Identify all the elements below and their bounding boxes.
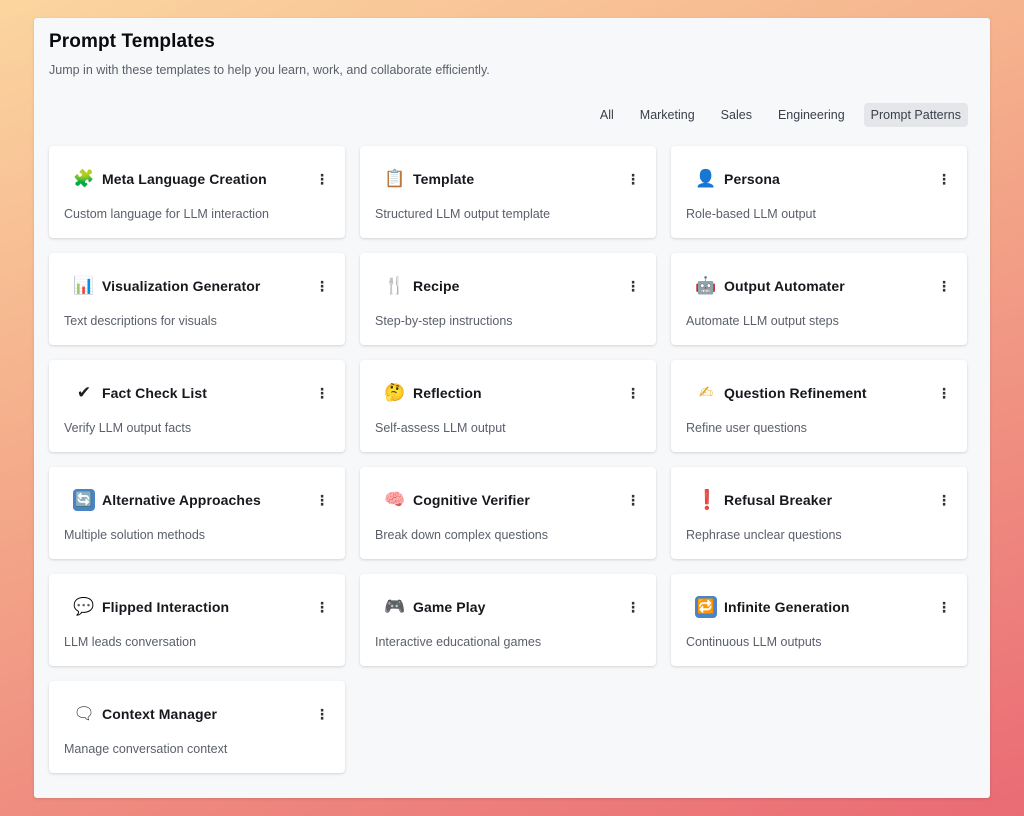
more-options-icon[interactable]: ⋮	[626, 492, 640, 508]
card-title: Template	[413, 171, 475, 187]
more-options-icon[interactable]: ⋮	[315, 171, 329, 187]
template-card-meta-language-creation[interactable]: 🧩 Meta Language Creation ⋮ Custom langua…	[49, 146, 345, 238]
template-card-visualization-generator[interactable]: 📊 Visualization Generator ⋮ Text descrip…	[49, 253, 345, 345]
brain-icon: 🧠	[384, 490, 406, 510]
card-description: Self-assess LLM output	[375, 421, 506, 435]
more-options-icon[interactable]: ⋮	[315, 385, 329, 401]
repeat-icon: 🔁	[695, 596, 717, 618]
card-description: Manage conversation context	[64, 742, 228, 756]
fork-knife-icon: 🍴	[384, 276, 406, 296]
card-title: Output Automater	[724, 278, 845, 294]
writing-hand-icon: ✍	[698, 383, 714, 403]
page-subtitle: Jump in with these templates to help you…	[49, 63, 490, 77]
more-options-icon[interactable]: ⋮	[937, 278, 951, 294]
card-title: Meta Language Creation	[102, 171, 267, 187]
person-icon: 👤	[695, 169, 717, 189]
card-description: Text descriptions for visuals	[64, 314, 217, 328]
thinking-face-icon: 🤔	[384, 383, 406, 403]
speaking-bubble-icon: 🗨	[73, 704, 95, 724]
template-card-recipe[interactable]: 🍴 Recipe ⋮ Step-by-step instructions	[360, 253, 656, 345]
more-options-icon[interactable]: ⋮	[937, 171, 951, 187]
card-title: Fact Check List	[102, 385, 207, 401]
template-card-cognitive-verifier[interactable]: 🧠 Cognitive Verifier ⋮ Break down comple…	[360, 467, 656, 559]
card-description: Continuous LLM outputs	[686, 635, 822, 649]
template-card-infinite-generation[interactable]: 🔁 Infinite Generation ⋮ Continuous LLM o…	[671, 574, 967, 666]
card-description: Verify LLM output facts	[64, 421, 192, 435]
game-controller-icon: 🎮	[384, 597, 406, 617]
template-card-alternative-approaches[interactable]: 🔄 Alternative Approaches ⋮ Multiple solu…	[49, 467, 345, 559]
template-card-fact-check-list[interactable]: ✔ Fact Check List ⋮ Verify LLM output fa…	[49, 360, 345, 452]
more-options-icon[interactable]: ⋮	[315, 278, 329, 294]
card-title: Alternative Approaches	[102, 492, 261, 508]
more-options-icon[interactable]: ⋮	[937, 492, 951, 508]
tab-sales[interactable]: Sales	[714, 103, 759, 127]
card-description: Break down complex questions	[375, 528, 549, 542]
more-options-icon[interactable]: ⋮	[937, 385, 951, 401]
prompt-templates-panel: Prompt Templates Jump in with these temp…	[34, 18, 990, 798]
more-options-icon[interactable]: ⋮	[626, 171, 640, 187]
speech-bubble-icon: 💬	[73, 597, 95, 617]
template-card-game-play[interactable]: 🎮 Game Play ⋮ Interactive educational ga…	[360, 574, 656, 666]
card-title: Game Play	[413, 599, 486, 615]
page-title: Prompt Templates	[49, 31, 215, 52]
bar-chart-icon: 📊	[73, 276, 95, 296]
more-options-icon[interactable]: ⋮	[315, 599, 329, 615]
template-card-context-manager[interactable]: 🗨 Context Manager ⋮ Manage conversation …	[49, 681, 345, 773]
puzzle-icon: 🧩	[73, 169, 95, 189]
template-card-refusal-breaker[interactable]: ❗ Refusal Breaker ⋮ Rephrase unclear que…	[671, 467, 967, 559]
card-description: Interactive educational games	[375, 635, 542, 649]
template-grid: 🧩 Meta Language Creation ⋮ Custom langua…	[49, 146, 969, 773]
template-card-output-automater[interactable]: 🤖 Output Automater ⋮ Automate LLM output…	[671, 253, 967, 345]
clipboard-icon: 📋	[384, 169, 406, 189]
template-card-flipped-interaction[interactable]: 💬 Flipped Interaction ⋮ LLM leads conver…	[49, 574, 345, 666]
card-description: Rephrase unclear questions	[686, 528, 842, 542]
card-description: Structured LLM output template	[375, 207, 551, 221]
more-options-icon[interactable]: ⋮	[626, 278, 640, 294]
template-card-persona[interactable]: 👤 Persona ⋮ Role-based LLM output	[671, 146, 967, 238]
card-description: LLM leads conversation	[64, 635, 197, 649]
check-mark-icon: ✔	[76, 383, 92, 403]
card-title: Visualization Generator	[102, 278, 261, 294]
card-title: Recipe	[413, 278, 460, 294]
more-options-icon[interactable]: ⋮	[315, 706, 329, 722]
more-options-icon[interactable]: ⋮	[626, 599, 640, 615]
template-card-question-refinement[interactable]: ✍ Question Refinement ⋮ Refine user ques…	[671, 360, 967, 452]
category-tabs: All Marketing Sales Engineering Prompt P…	[589, 103, 968, 127]
robot-icon: 🤖	[695, 276, 717, 296]
card-title: Flipped Interaction	[102, 599, 230, 615]
cycle-arrows-icon: 🔄	[73, 489, 95, 511]
card-title: Context Manager	[102, 706, 218, 722]
card-title: Refusal Breaker	[724, 492, 833, 508]
more-options-icon[interactable]: ⋮	[626, 385, 640, 401]
card-title: Persona	[724, 171, 780, 187]
tab-engineering[interactable]: Engineering	[771, 103, 852, 127]
tab-marketing[interactable]: Marketing	[633, 103, 702, 127]
tab-all[interactable]: All	[593, 103, 621, 127]
card-title: Cognitive Verifier	[413, 492, 530, 508]
card-title: Reflection	[413, 385, 482, 401]
card-description: Automate LLM output steps	[686, 314, 839, 328]
card-description: Role-based LLM output	[686, 207, 816, 221]
more-options-icon[interactable]: ⋮	[315, 492, 329, 508]
tab-prompt-patterns[interactable]: Prompt Patterns	[863, 103, 968, 127]
card-description: Refine user questions	[686, 421, 807, 435]
card-title: Question Refinement	[724, 385, 867, 401]
exclamation-icon: ❗	[695, 489, 719, 511]
more-options-icon[interactable]: ⋮	[937, 599, 951, 615]
card-description: Step-by-step instructions	[375, 314, 513, 328]
template-card-template[interactable]: 📋 Template ⋮ Structured LLM output templ…	[360, 146, 656, 238]
card-description: Custom language for LLM interaction	[64, 207, 269, 221]
template-card-reflection[interactable]: 🤔 Reflection ⋮ Self-assess LLM output	[360, 360, 656, 452]
card-title: Infinite Generation	[724, 599, 850, 615]
card-description: Multiple solution methods	[64, 528, 206, 542]
